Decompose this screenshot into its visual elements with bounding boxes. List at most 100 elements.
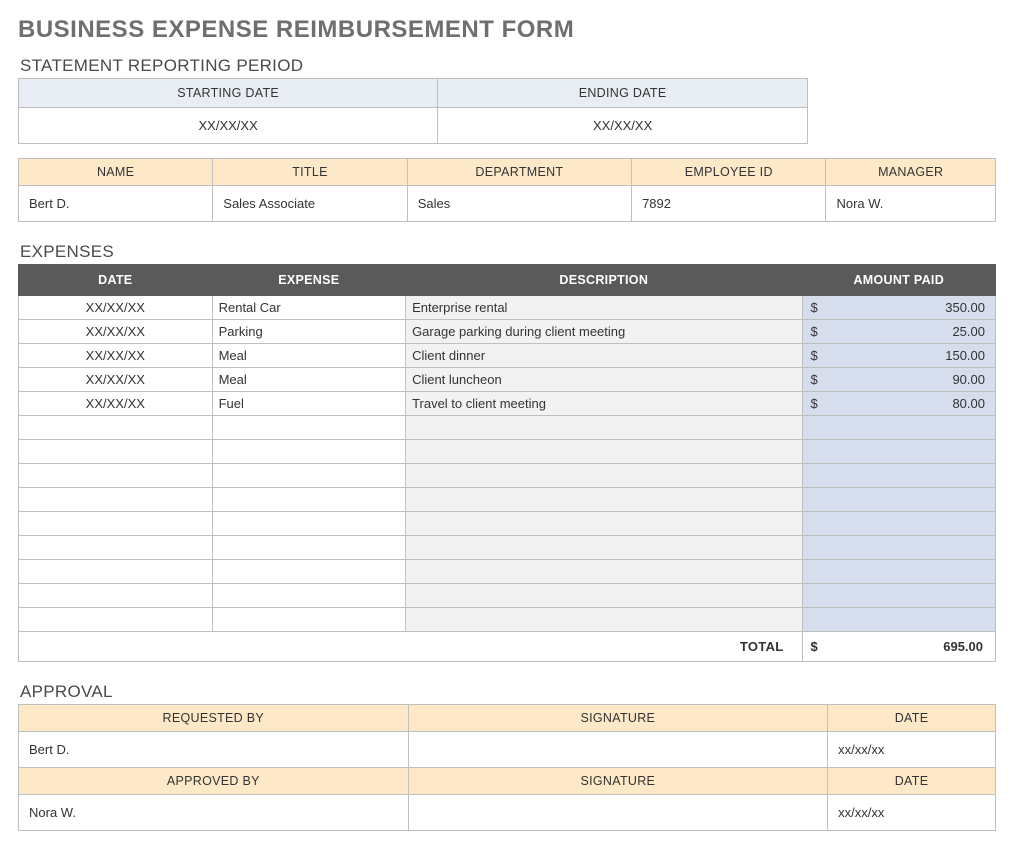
period-section-title: STATEMENT REPORTING PERIOD <box>20 56 996 76</box>
expense-amount-cell[interactable]: $90.00 <box>802 368 995 392</box>
expense-description-cell[interactable]: Garage parking during client meeting <box>406 320 802 344</box>
starting-date-header: STARTING DATE <box>19 79 438 108</box>
expense-description-cell[interactable] <box>406 536 802 560</box>
expense-amount-cell[interactable] <box>802 536 995 560</box>
expense-date-cell[interactable]: XX/XX/XX <box>19 368 213 392</box>
expenses-section-title: EXPENSES <box>20 242 996 262</box>
expense-row <box>19 440 996 464</box>
expense-date-cell[interactable] <box>19 488 213 512</box>
ending-date-value[interactable]: XX/XX/XX <box>438 108 808 144</box>
expense-amount-cell[interactable] <box>802 560 995 584</box>
expense-row <box>19 488 996 512</box>
currency-symbol: $ <box>811 639 818 654</box>
manager-value[interactable]: Nora W. <box>826 186 996 222</box>
expense-amount-cell[interactable] <box>802 440 995 464</box>
expense-type-cell[interactable]: Meal <box>212 344 405 368</box>
expense-amount-value: 25.00 <box>809 324 989 339</box>
expense-type-cell[interactable]: Rental Car <box>212 296 405 320</box>
expense-description-cell[interactable]: Travel to client meeting <box>406 392 802 416</box>
expense-description-header: DESCRIPTION <box>406 265 802 296</box>
expense-type-cell[interactable] <box>212 440 405 464</box>
currency-symbol: $ <box>811 300 818 315</box>
expense-amount-value: 80.00 <box>809 396 989 411</box>
requested-by-signature[interactable] <box>408 732 828 768</box>
expense-row <box>19 560 996 584</box>
name-value[interactable]: Bert D. <box>19 186 213 222</box>
expense-description-cell[interactable] <box>406 440 802 464</box>
expense-date-cell[interactable]: XX/XX/XX <box>19 344 213 368</box>
expense-type-cell[interactable] <box>212 512 405 536</box>
requested-by-date[interactable]: xx/xx/xx <box>828 732 996 768</box>
expense-amount-cell[interactable] <box>802 416 995 440</box>
expense-description-cell[interactable] <box>406 560 802 584</box>
expense-date-cell[interactable] <box>19 560 213 584</box>
expense-description-cell[interactable] <box>406 488 802 512</box>
approved-by-header: APPROVED BY <box>19 768 409 795</box>
expense-type-cell[interactable] <box>212 416 405 440</box>
expense-type-cell[interactable] <box>212 536 405 560</box>
expenses-table: DATE EXPENSE DESCRIPTION AMOUNT PAID XX/… <box>18 264 996 662</box>
expense-amount-cell[interactable]: $80.00 <box>802 392 995 416</box>
expense-type-cell[interactable] <box>212 608 405 632</box>
expense-amount-cell[interactable] <box>802 488 995 512</box>
expense-type-header: EXPENSE <box>212 265 405 296</box>
ending-date-header: ENDING DATE <box>438 79 808 108</box>
expense-date-cell[interactable]: XX/XX/XX <box>19 320 213 344</box>
approved-by-date[interactable]: xx/xx/xx <box>828 795 996 831</box>
currency-symbol: $ <box>811 396 818 411</box>
expense-date-cell[interactable] <box>19 440 213 464</box>
expense-date-cell[interactable] <box>19 464 213 488</box>
expense-type-cell[interactable] <box>212 560 405 584</box>
expense-date-cell[interactable] <box>19 416 213 440</box>
expense-description-cell[interactable]: Enterprise rental <box>406 296 802 320</box>
expense-amount-cell[interactable]: $25.00 <box>802 320 995 344</box>
expense-type-cell[interactable]: Fuel <box>212 392 405 416</box>
expense-amount-cell[interactable]: $350.00 <box>802 296 995 320</box>
expense-type-cell[interactable]: Parking <box>212 320 405 344</box>
approval-table: REQUESTED BY SIGNATURE DATE Bert D. xx/x… <box>18 704 996 831</box>
employee-id-header: EMPLOYEE ID <box>632 159 826 186</box>
expense-amount-cell[interactable] <box>802 608 995 632</box>
expense-date-cell[interactable] <box>19 536 213 560</box>
approved-by-name[interactable]: Nora W. <box>19 795 409 831</box>
expense-description-cell[interactable]: Client luncheon <box>406 368 802 392</box>
expense-type-cell[interactable]: Meal <box>212 368 405 392</box>
expense-date-cell[interactable] <box>19 512 213 536</box>
starting-date-value[interactable]: XX/XX/XX <box>19 108 438 144</box>
expense-row: XX/XX/XXRental CarEnterprise rental$350.… <box>19 296 996 320</box>
approval-section-title: APPROVAL <box>20 682 996 702</box>
requested-by-name[interactable]: Bert D. <box>19 732 409 768</box>
expense-description-cell[interactable] <box>406 416 802 440</box>
date-header: DATE <box>828 705 996 732</box>
expense-row <box>19 536 996 560</box>
total-amount: $ 695.00 <box>802 632 995 662</box>
total-label: TOTAL <box>19 632 803 662</box>
expense-description-cell[interactable] <box>406 584 802 608</box>
signature-header-2: SIGNATURE <box>408 768 828 795</box>
expense-description-cell[interactable] <box>406 464 802 488</box>
expense-row <box>19 416 996 440</box>
expense-date-cell[interactable] <box>19 608 213 632</box>
expense-amount-cell[interactable] <box>802 464 995 488</box>
expense-date-cell[interactable] <box>19 584 213 608</box>
expense-amount-cell[interactable] <box>802 512 995 536</box>
expense-amount-value: 90.00 <box>809 372 989 387</box>
approved-by-signature[interactable] <box>408 795 828 831</box>
expense-type-cell[interactable] <box>212 488 405 512</box>
expense-description-cell[interactable] <box>406 608 802 632</box>
department-value[interactable]: Sales <box>407 186 631 222</box>
expense-type-cell[interactable] <box>212 584 405 608</box>
expense-amount-cell[interactable] <box>802 584 995 608</box>
expense-amount-cell[interactable]: $150.00 <box>802 344 995 368</box>
title-header: TITLE <box>213 159 407 186</box>
employee-info-table: NAME TITLE DEPARTMENT EMPLOYEE ID MANAGE… <box>18 158 996 222</box>
expense-description-cell[interactable]: Client dinner <box>406 344 802 368</box>
employee-id-value[interactable]: 7892 <box>632 186 826 222</box>
date-header-2: DATE <box>828 768 996 795</box>
expense-description-cell[interactable] <box>406 512 802 536</box>
expense-date-cell[interactable]: XX/XX/XX <box>19 296 213 320</box>
expense-date-cell[interactable]: XX/XX/XX <box>19 392 213 416</box>
expense-amount-value: 150.00 <box>809 348 989 363</box>
title-value[interactable]: Sales Associate <box>213 186 407 222</box>
expense-type-cell[interactable] <box>212 464 405 488</box>
